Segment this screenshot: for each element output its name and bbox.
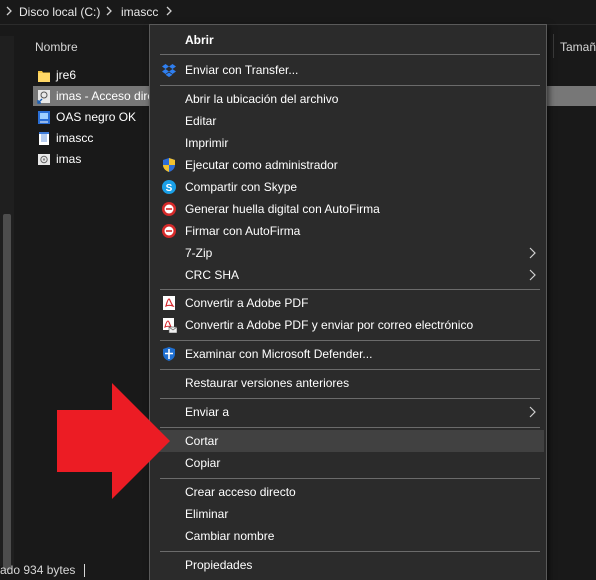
menu-item-firmar-autofirma[interactable]: Firmar con AutoFirma: [156, 220, 544, 242]
column-header-size[interactable]: Tamañ: [560, 40, 596, 54]
menu-item-label: Copiar: [185, 456, 221, 470]
status-divider: [84, 564, 85, 577]
menu-item-label: Ejecutar como administrador: [185, 158, 338, 172]
menu-item-label: Restaurar versiones anteriores: [185, 376, 350, 390]
menu-item-label: Crear acceso directo: [185, 485, 296, 499]
menu-item-crc-sha[interactable]: CRC SHA: [156, 264, 544, 286]
menu-separator: [160, 85, 540, 86]
menu-item-abrir[interactable]: Abrir: [156, 29, 544, 51]
menu-item-convertir-pdf[interactable]: Convertir a Adobe PDF: [156, 292, 544, 314]
menu-item-label: Convertir a Adobe PDF y enviar por corre…: [185, 318, 474, 332]
menu-item-7zip[interactable]: 7-Zip: [156, 242, 544, 264]
column-header-name[interactable]: Nombre: [35, 40, 78, 54]
menu-separator: [160, 551, 540, 552]
menu-item-label: Abrir: [185, 33, 214, 47]
menu-separator: [160, 369, 540, 370]
menu-item-eliminar[interactable]: Eliminar: [156, 503, 544, 525]
menu-item-label: Examinar con Microsoft Defender...: [185, 347, 373, 361]
menu-item-label: Firmar con AutoFirma: [185, 224, 301, 238]
column-divider[interactable]: [553, 34, 554, 58]
chevron-right-icon[interactable]: [4, 5, 14, 17]
menu-item-label: Generar huella digital con AutoFirma: [185, 202, 380, 216]
autofirma-icon: [161, 223, 177, 239]
menu-item-abrir-ubicacion[interactable]: Abrir la ubicación del archivo: [156, 88, 544, 110]
menu-item-enviar-a[interactable]: Enviar a: [156, 401, 544, 423]
svg-text:S: S: [166, 183, 173, 194]
file-name: OAS negro OK: [56, 110, 137, 124]
menu-separator: [160, 398, 540, 399]
file-name: jre6: [56, 68, 77, 82]
menu-item-propiedades[interactable]: Propiedades: [156, 554, 544, 576]
chevron-right-icon: [528, 247, 536, 259]
menu-item-label: Cambiar nombre: [185, 529, 275, 543]
menu-item-enviar-transfer[interactable]: Enviar con Transfer...: [156, 59, 544, 81]
file-item[interactable]: jre6: [33, 65, 153, 85]
menu-item-examinar-defender[interactable]: Examinar con Microsoft Defender...: [156, 343, 544, 365]
adobe-pdf-mail-icon: [161, 317, 178, 334]
menu-item-restaurar-versiones[interactable]: Restaurar versiones anteriores: [156, 372, 544, 394]
vertical-scrollbar[interactable]: [0, 36, 14, 570]
shortcut-icon: [37, 89, 51, 104]
menu-item-label: Enviar a: [185, 405, 230, 419]
photo-icon: [37, 152, 51, 167]
red-arrow-icon: [57, 383, 172, 499]
adobe-pdf-icon: [161, 295, 177, 311]
uac-shield-icon: [161, 157, 177, 173]
status-bar-text: ado 934 bytes: [0, 563, 76, 577]
context-menu: Abrir Enviar con Transfer... Abrir la ub…: [149, 24, 547, 580]
menu-item-compartir-skype[interactable]: S Compartir con Skype: [156, 176, 544, 198]
autofirma-icon: [161, 201, 177, 217]
menu-item-copiar[interactable]: Copiar: [156, 452, 544, 474]
menu-item-cortar[interactable]: Cortar: [156, 430, 544, 452]
file-item[interactable]: OAS negro OK: [33, 107, 153, 127]
chevron-right-icon: [528, 269, 536, 281]
menu-item-label: Editar: [185, 114, 217, 128]
scrollbar-thumb[interactable]: [3, 214, 11, 570]
menu-item-ejecutar-admin[interactable]: Ejecutar como administrador: [156, 154, 544, 176]
menu-item-label: Imprimir: [185, 136, 229, 150]
defender-icon: [161, 346, 177, 362]
menu-item-label: Propiedades: [185, 558, 253, 572]
file-item[interactable]: imas: [33, 149, 153, 169]
skype-icon: S: [161, 179, 177, 195]
menu-item-huella-autofirma[interactable]: Generar huella digital con AutoFirma: [156, 198, 544, 220]
file-item[interactable]: imascc: [33, 128, 153, 148]
menu-item-label: Enviar con Transfer...: [185, 63, 299, 77]
menu-separator: [160, 54, 540, 55]
chevron-right-icon: [528, 406, 536, 418]
chevron-right-icon[interactable]: [104, 5, 114, 17]
folder-icon: [37, 68, 51, 83]
menu-separator: [160, 427, 540, 428]
menu-item-label: Compartir con Skype: [185, 180, 298, 194]
dropbox-icon: [161, 62, 177, 78]
file-name: imas - Acceso dire: [56, 89, 155, 103]
menu-separator: [160, 340, 540, 341]
file-name: imascc: [56, 131, 94, 145]
menu-separator: [160, 478, 540, 479]
menu-item-cambiar-nombre[interactable]: Cambiar nombre: [156, 525, 544, 547]
image-icon: [37, 110, 51, 125]
file-name: imas: [56, 152, 82, 166]
menu-item-label: Eliminar: [185, 507, 229, 521]
breadcrumb-drive[interactable]: Disco local (C:): [19, 5, 100, 19]
text-file-icon: [37, 131, 51, 146]
menu-item-label: Cortar: [185, 434, 219, 448]
breadcrumb-folder[interactable]: imascc: [121, 5, 158, 19]
menu-item-editar[interactable]: Editar: [156, 110, 544, 132]
address-bar[interactable]: Disco local (C:) imascc: [0, 0, 596, 24]
menu-item-label: CRC SHA: [185, 268, 240, 282]
menu-item-imprimir[interactable]: Imprimir: [156, 132, 544, 154]
menu-item-label: Abrir la ubicación del archivo: [185, 92, 339, 106]
menu-item-convertir-pdf-correo[interactable]: Convertir a Adobe PDF y enviar por corre…: [156, 314, 544, 336]
menu-separator: [160, 289, 540, 290]
menu-item-crear-acceso[interactable]: Crear acceso directo: [156, 481, 544, 503]
chevron-right-icon[interactable]: [164, 5, 174, 17]
menu-item-label: 7-Zip: [185, 246, 213, 260]
menu-item-label: Convertir a Adobe PDF: [185, 296, 309, 310]
